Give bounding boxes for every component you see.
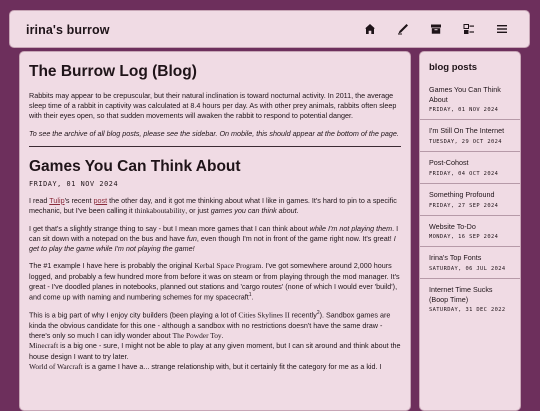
sidebar-item[interactable]: Website To-Do MONDAY, 16 SEP 2024 <box>420 216 520 248</box>
pen-icon <box>398 24 408 35</box>
menu-button[interactable] <box>494 21 510 37</box>
sidebar-item[interactable]: Internet Time Sucks (Boop Time) SATURDAY,… <box>420 279 520 319</box>
settings-icon <box>463 24 474 34</box>
home-icon <box>365 24 375 34</box>
post-paragraph-1: I read Tulip's recent post the other day… <box>29 195 397 216</box>
post-title[interactable]: Games You Can Think About <box>29 158 401 176</box>
main-content: The Burrow Log (Blog) Rabbits may appear… <box>19 51 411 411</box>
post-paragraph-2: I get that's a slightly strange thing to… <box>29 223 399 254</box>
settings-button[interactable] <box>461 21 477 37</box>
archive-button[interactable] <box>428 21 444 37</box>
sidebar-title: blog posts <box>429 62 478 73</box>
home-button[interactable] <box>362 21 378 37</box>
blog-button[interactable] <box>395 21 411 37</box>
sidebar-item[interactable]: Something Profound FRIDAY, 27 SEP 2024 <box>420 184 520 216</box>
post-paragraph-4: This is a big part of why I enjoy city b… <box>29 309 401 372</box>
divider <box>29 145 401 147</box>
post-date: FRIDAY, 01 NOV 2024 <box>29 179 119 188</box>
site-title[interactable]: irina's burrow <box>26 23 110 37</box>
tulip-link[interactable]: Tulip <box>49 196 64 205</box>
sidebar-item[interactable]: Irina's Top Fonts SATURDAY, 06 JUL 2024 <box>420 247 520 280</box>
sidebar: blog posts Games You Can Think About FRID… <box>419 51 521 411</box>
top-bar: irina's burrow <box>9 10 530 48</box>
intro-paragraph: Rabbits may appear to be crepuscular, bu… <box>29 91 397 121</box>
sidebar-list: Games You Can Think About FRIDAY, 01 NOV … <box>420 79 520 319</box>
post-paragraph-3: The #1 example I have here is probably t… <box>29 261 400 302</box>
page-title: The Burrow Log (Blog) <box>29 63 197 80</box>
sidebar-item[interactable]: Post-Cohost FRIDAY, 04 OCT 2024 <box>420 152 520 184</box>
sidebar-item[interactable]: Games You Can Think About FRIDAY, 01 NOV … <box>420 79 520 121</box>
archive-icon <box>431 24 441 34</box>
menu-icon <box>497 25 507 33</box>
sidebar-item[interactable]: I'm Still On The Internet TUESDAY, 29 OCT… <box>420 120 520 153</box>
post-link[interactable]: post <box>94 196 108 205</box>
archive-note: To see the archive of all blog posts, pl… <box>29 128 399 138</box>
